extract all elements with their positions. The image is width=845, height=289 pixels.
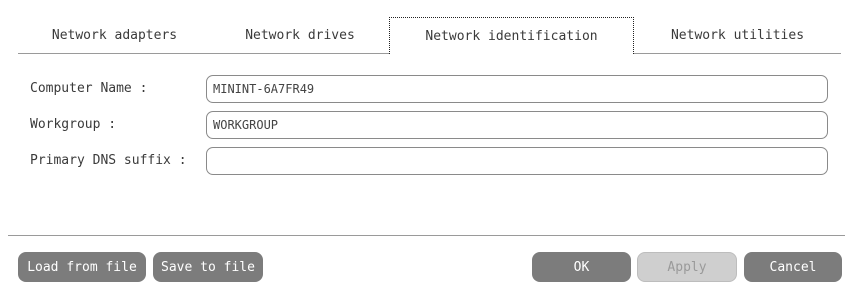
workgroup-row: Workgroup : bbox=[30, 111, 830, 139]
tab-network-adapters[interactable]: Network adapters bbox=[18, 17, 211, 53]
tab-network-drives[interactable]: Network drives bbox=[211, 17, 389, 53]
load-from-file-button[interactable]: Load from file bbox=[18, 252, 146, 282]
tab-bar: Network adapters Network drives Network … bbox=[18, 17, 841, 54]
apply-button[interactable]: Apply bbox=[637, 252, 737, 282]
footer-divider bbox=[8, 235, 845, 236]
save-to-file-button[interactable]: Save to file bbox=[153, 252, 263, 282]
dns-suffix-row: Primary DNS suffix : bbox=[30, 147, 830, 175]
ok-button[interactable]: OK bbox=[532, 252, 631, 282]
computer-name-input[interactable] bbox=[206, 75, 828, 103]
tab-network-identification[interactable]: Network identification bbox=[389, 17, 634, 54]
computer-name-label: Computer Name : bbox=[30, 81, 148, 96]
dns-suffix-label: Primary DNS suffix : bbox=[30, 153, 187, 168]
workgroup-label: Workgroup : bbox=[30, 117, 117, 132]
dns-suffix-input[interactable] bbox=[206, 147, 828, 175]
tab-network-utilities[interactable]: Network utilities bbox=[634, 17, 841, 53]
computer-name-row: Computer Name : bbox=[30, 75, 830, 103]
workgroup-input[interactable] bbox=[206, 111, 828, 139]
cancel-button[interactable]: Cancel bbox=[744, 252, 842, 282]
